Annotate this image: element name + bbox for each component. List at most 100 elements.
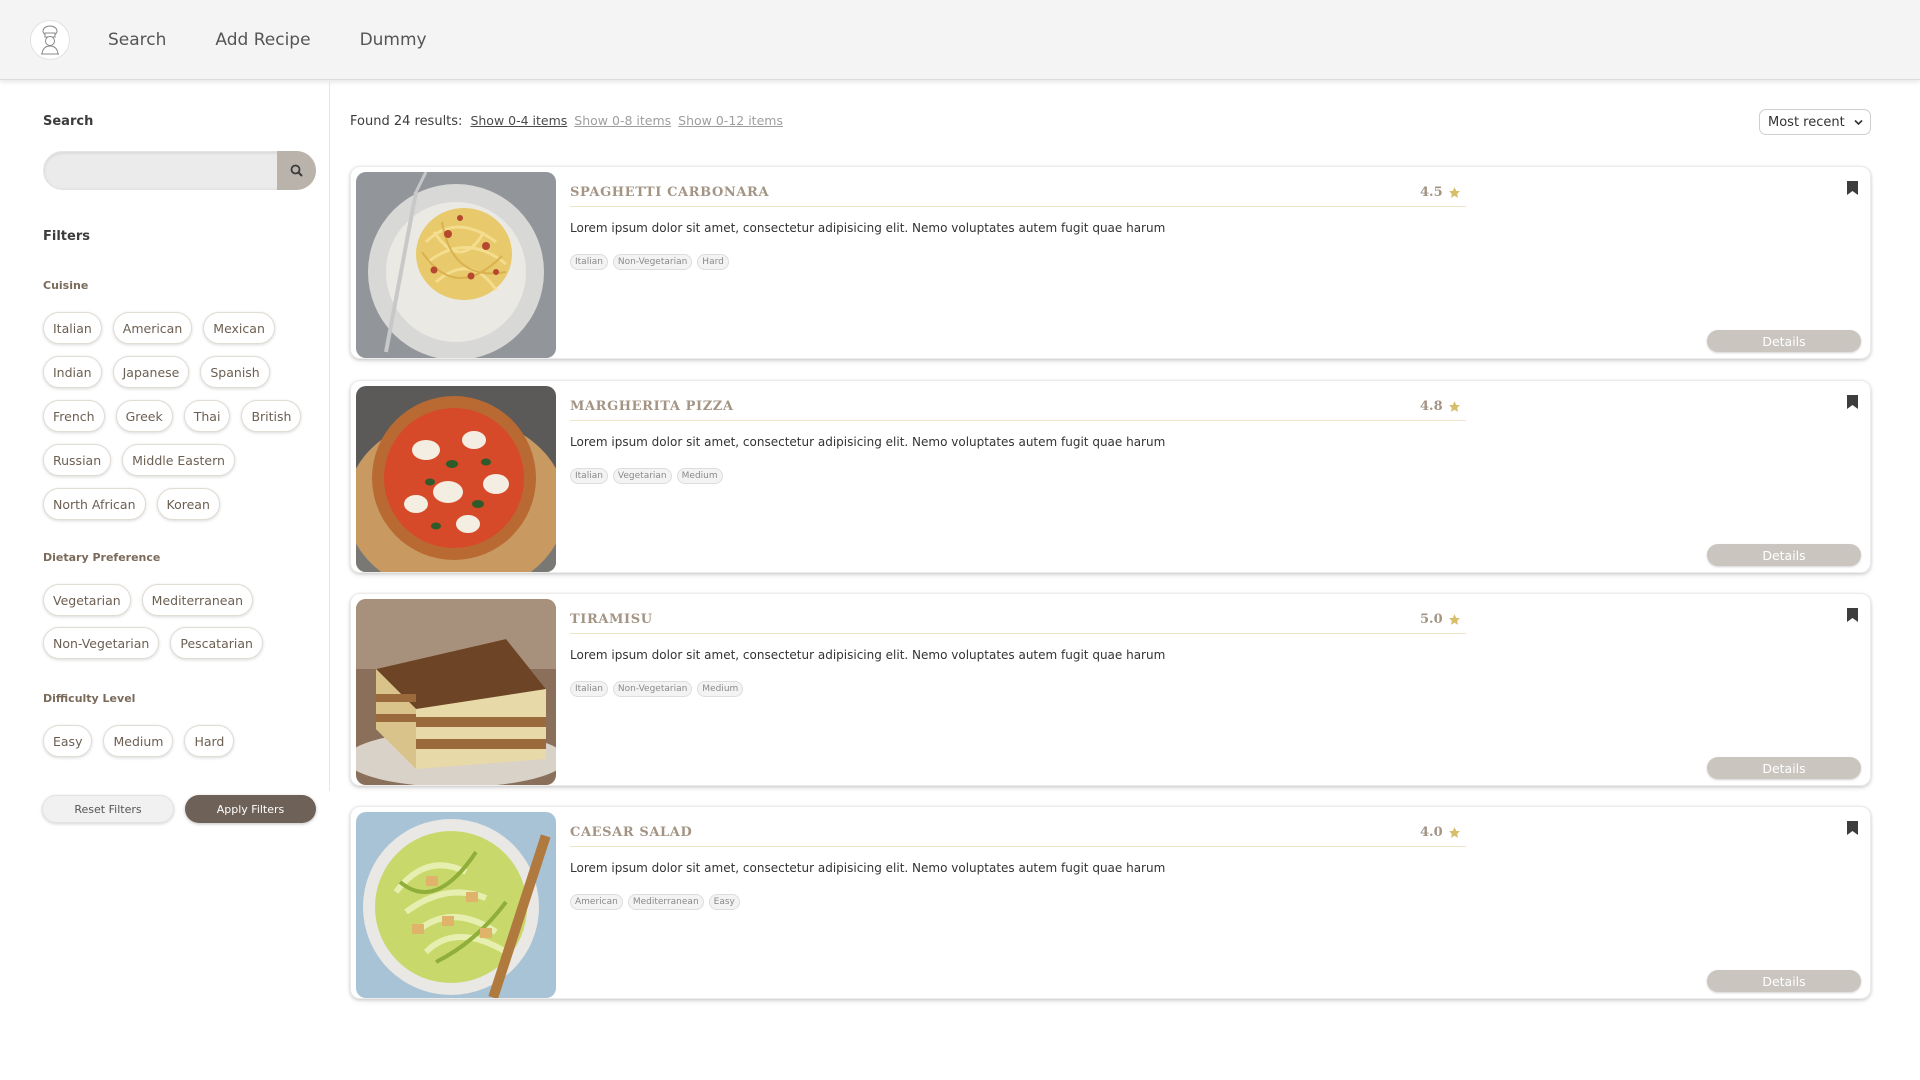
chip-indian[interactable]: Indian bbox=[43, 356, 102, 388]
chip-vegetarian[interactable]: Vegetarian bbox=[43, 584, 131, 616]
apply-filters-button[interactable]: Apply Filters bbox=[185, 795, 316, 823]
star-icon bbox=[1448, 614, 1460, 625]
cuisine-chip-row: Russian Middle Eastern bbox=[43, 444, 235, 476]
reset-filters-button[interactable]: Reset Filters bbox=[42, 795, 174, 823]
recipe-tag: American bbox=[570, 894, 623, 910]
chip-easy[interactable]: Easy bbox=[43, 725, 93, 757]
search-icon bbox=[290, 164, 303, 177]
chip-british[interactable]: British bbox=[241, 400, 302, 432]
nav-link-search[interactable]: Search bbox=[108, 30, 166, 50]
recipe-image-carbonara[interactable] bbox=[356, 172, 556, 358]
search-input[interactable] bbox=[44, 152, 277, 189]
results-count: Found 24 results: bbox=[350, 114, 463, 129]
recipe-title[interactable]: SPAGHETTI CARBONARA bbox=[570, 185, 769, 200]
chip-mediterranean[interactable]: Mediterranean bbox=[141, 584, 254, 616]
recipe-rating: 4.5 bbox=[1420, 185, 1461, 200]
bookmark-icon[interactable] bbox=[1846, 820, 1859, 840]
recipe-tags: Italian Vegetarian Medium bbox=[570, 468, 723, 484]
chip-american[interactable]: American bbox=[112, 312, 193, 344]
title-divider bbox=[570, 846, 1466, 847]
details-button[interactable]: Details bbox=[1707, 544, 1861, 566]
recipe-tags: Italian Non-Vegetarian Medium bbox=[570, 681, 744, 697]
chip-non-vegetarian[interactable]: Non-Vegetarian bbox=[43, 627, 160, 659]
recipe-description: Lorem ipsum dolor sit amet, consectetur … bbox=[570, 861, 1166, 875]
recipe-tag: Medium bbox=[676, 468, 723, 484]
chip-hard[interactable]: Hard bbox=[184, 725, 235, 757]
recipe-tag: Medium bbox=[697, 681, 744, 697]
bookmark-icon[interactable] bbox=[1846, 607, 1859, 627]
chip-medium[interactable]: Medium bbox=[103, 725, 174, 757]
recipe-tag: Non-Vegetarian bbox=[612, 681, 693, 697]
recipe-title[interactable]: CAESAR SALAD bbox=[570, 825, 692, 840]
chip-north-african[interactable]: North African bbox=[43, 488, 146, 520]
sort-select[interactable]: Most recent bbox=[1759, 109, 1871, 135]
chevron-down-icon bbox=[1854, 119, 1863, 126]
search-button[interactable] bbox=[277, 151, 316, 190]
dietary-title: Dietary Preference bbox=[43, 551, 161, 564]
cuisine-chip-row: North African Korean bbox=[43, 488, 220, 520]
chip-thai[interactable]: Thai bbox=[183, 400, 231, 432]
chip-pescatarian[interactable]: Pescatarian bbox=[170, 627, 263, 659]
cuisine-chip-row: Indian Japanese Spanish bbox=[43, 356, 270, 388]
star-icon bbox=[1448, 187, 1460, 198]
chip-russian[interactable]: Russian bbox=[43, 444, 112, 476]
recipe-card: SPAGHETTI CARBONARA 4.5 Lorem ipsum dolo… bbox=[350, 166, 1871, 359]
bookmark-icon[interactable] bbox=[1846, 180, 1859, 200]
rating-value: 5.0 bbox=[1420, 612, 1443, 627]
recipe-tag: Italian bbox=[570, 468, 608, 484]
recipe-image-caesar[interactable] bbox=[356, 812, 556, 998]
rating-value: 4.5 bbox=[1420, 185, 1443, 200]
recipe-tag: Italian bbox=[570, 681, 608, 697]
chip-italian[interactable]: Italian bbox=[43, 312, 102, 344]
recipe-rating: 4.0 bbox=[1420, 825, 1461, 840]
recipe-tag: Vegetarian bbox=[612, 468, 672, 484]
title-divider bbox=[570, 206, 1466, 207]
details-button[interactable]: Details bbox=[1707, 970, 1861, 992]
recipe-rating: 4.8 bbox=[1420, 399, 1461, 414]
chef-logo-icon[interactable] bbox=[30, 19, 70, 60]
recipe-card: CAESAR SALAD 4.0 Lorem ipsum dolor sit a… bbox=[350, 806, 1871, 999]
recipe-card: TIRAMISU 5.0 Lorem ipsum dolor sit amet,… bbox=[350, 593, 1871, 786]
chip-japanese[interactable]: Japanese bbox=[112, 356, 190, 388]
show-0-4-link[interactable]: Show 0-4 items bbox=[470, 113, 567, 128]
bookmark-icon[interactable] bbox=[1846, 394, 1859, 414]
search-heading: Search bbox=[43, 114, 94, 129]
nav-link-add-recipe[interactable]: Add Recipe bbox=[215, 30, 310, 50]
chip-korean[interactable]: Korean bbox=[156, 488, 220, 520]
show-0-12-link[interactable]: Show 0-12 items bbox=[678, 113, 783, 128]
chip-mexican[interactable]: Mexican bbox=[203, 312, 275, 344]
details-button[interactable]: Details bbox=[1707, 330, 1861, 352]
filter-sidebar: Search Filters Cuisine Italian American … bbox=[0, 81, 330, 823]
dietary-chip-row: Non-Vegetarian Pescatarian bbox=[43, 627, 263, 659]
top-navbar: Search Add Recipe Dummy bbox=[0, 0, 1920, 80]
filters-heading: Filters bbox=[43, 229, 90, 244]
recipe-description: Lorem ipsum dolor sit amet, consectetur … bbox=[570, 221, 1166, 235]
recipe-tags: Italian Non-Vegetarian Hard bbox=[570, 254, 729, 270]
show-0-8-link[interactable]: Show 0-8 items bbox=[574, 113, 671, 128]
star-icon bbox=[1448, 401, 1460, 412]
recipe-image-tiramisu[interactable] bbox=[356, 599, 556, 785]
results-header: Found 24 results: Show 0-4 items Show 0-… bbox=[350, 113, 790, 129]
recipe-title[interactable]: MARGHERITA PIZZA bbox=[570, 399, 734, 414]
chip-middle-eastern[interactable]: Middle Eastern bbox=[122, 444, 235, 476]
recipe-description: Lorem ipsum dolor sit amet, consectetur … bbox=[570, 435, 1166, 449]
recipe-tag: Italian bbox=[570, 254, 608, 270]
details-button[interactable]: Details bbox=[1707, 757, 1861, 779]
cuisine-title: Cuisine bbox=[43, 279, 89, 292]
title-divider bbox=[570, 420, 1466, 421]
recipe-tag: Non-Vegetarian bbox=[612, 254, 693, 270]
recipe-card: MARGHERITA PIZZA 4.8 Lorem ipsum dolor s… bbox=[350, 380, 1871, 573]
sort-select-value: Most recent bbox=[1768, 114, 1845, 130]
recipe-tag: Easy bbox=[708, 894, 740, 910]
nav-link-dummy[interactable]: Dummy bbox=[360, 30, 427, 50]
recipe-tags: American Mediterranean Easy bbox=[570, 894, 740, 910]
chip-greek[interactable]: Greek bbox=[115, 400, 173, 432]
cuisine-chip-row: Italian American Mexican bbox=[43, 312, 275, 344]
recipe-title[interactable]: TIRAMISU bbox=[570, 612, 653, 627]
chip-spanish[interactable]: Spanish bbox=[200, 356, 270, 388]
cuisine-chip-row: French Greek Thai British bbox=[43, 400, 302, 432]
recipe-image-margherita[interactable] bbox=[356, 386, 556, 572]
recipe-rating: 5.0 bbox=[1420, 612, 1461, 627]
recipe-description: Lorem ipsum dolor sit amet, consectetur … bbox=[570, 648, 1166, 662]
chip-french[interactable]: French bbox=[43, 400, 105, 432]
